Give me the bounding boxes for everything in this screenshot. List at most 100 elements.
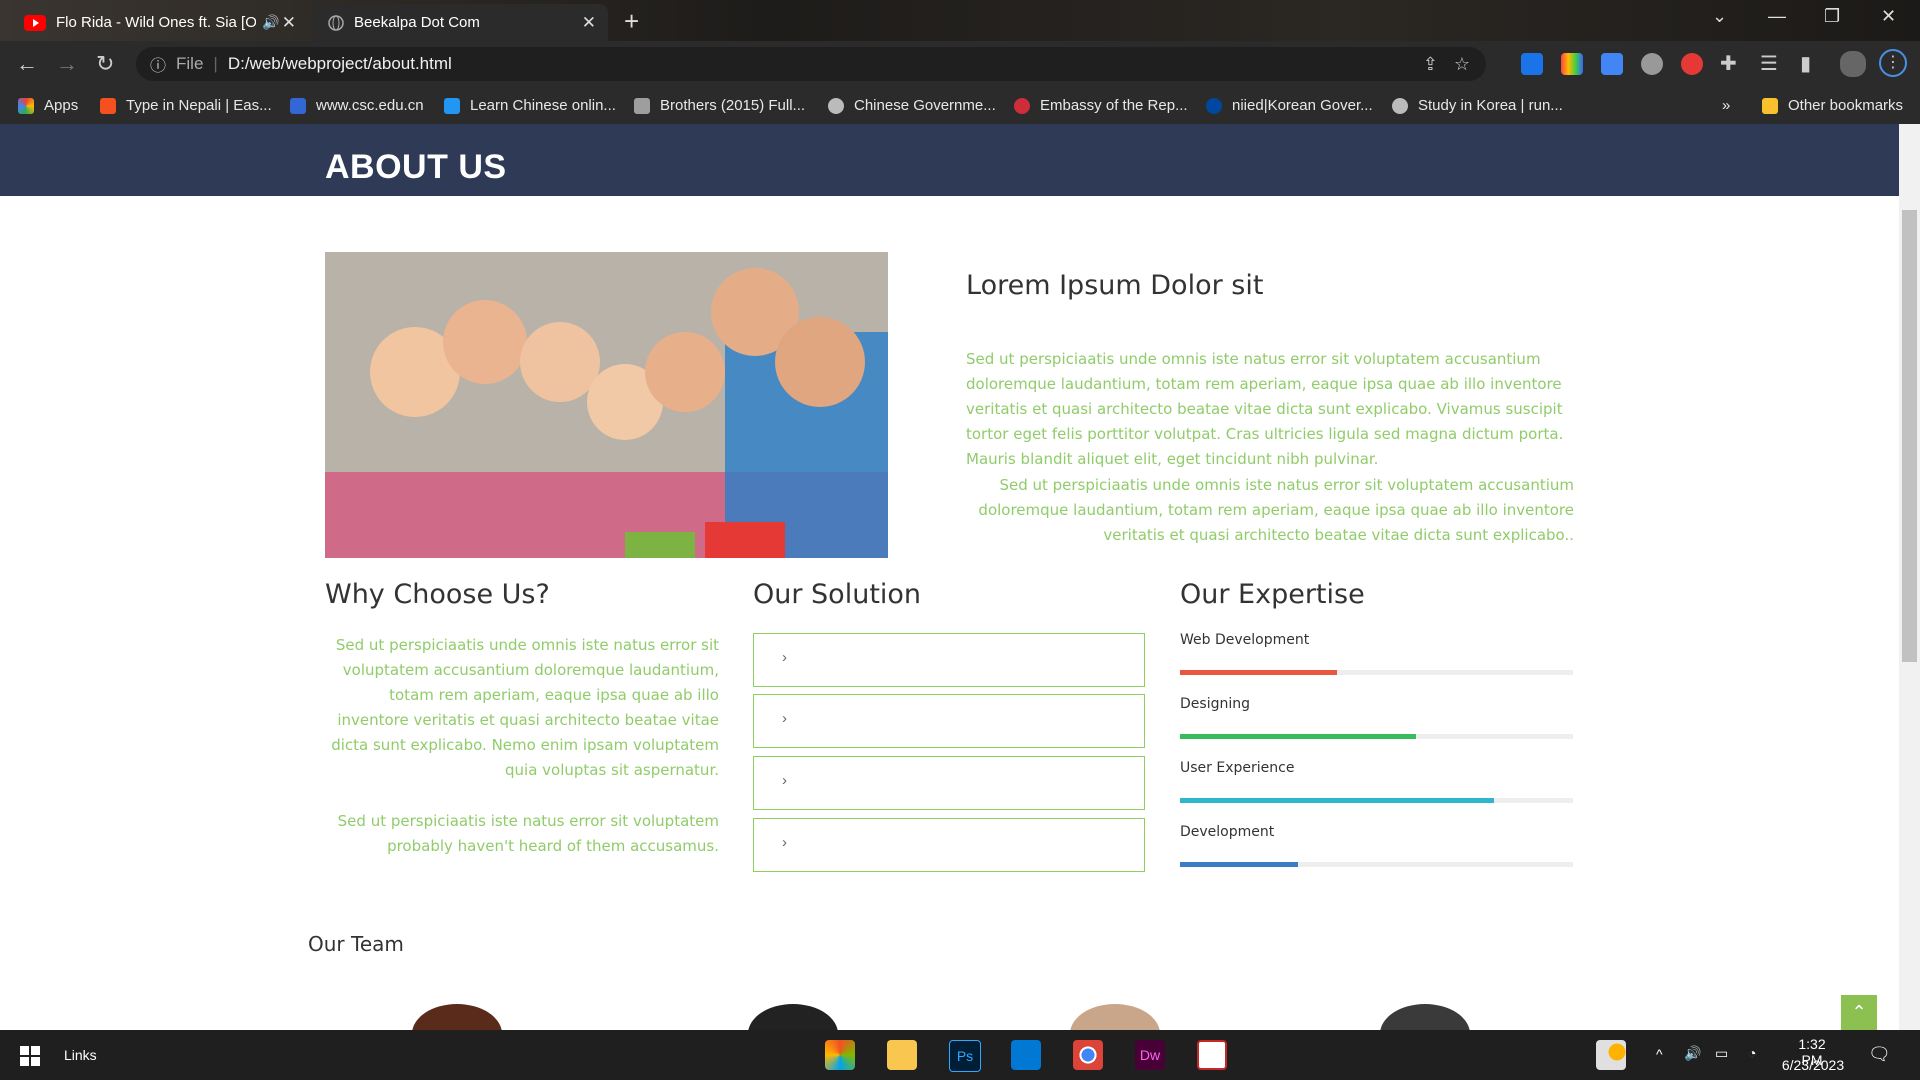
bookmark-icon: [100, 97, 116, 114]
windows-taskbar: Links Ps Dw ^ 🔊 ▭ ◔ 1:32 PM 6/23/2023 🗨: [0, 1030, 1920, 1080]
skill-label: Web Development: [1180, 632, 1310, 648]
puzzle-icon[interactable]: ✚: [1720, 51, 1737, 76]
address-bar[interactable]: ⓘ File | D:/web/webproject/about.html ⇪ …: [136, 47, 1486, 81]
translate-icon[interactable]: [1601, 53, 1623, 75]
notifications-icon[interactable]: 🗨: [1868, 1044, 1891, 1065]
extension-icon[interactable]: [1521, 53, 1543, 75]
scheme-label: File: [176, 54, 204, 73]
solution-accordion-item[interactable]: ›: [753, 756, 1145, 810]
solution-accordion-item[interactable]: ›: [753, 818, 1145, 872]
media-icon[interactable]: ☰: [1760, 51, 1778, 76]
solution-accordion-item[interactable]: ›: [753, 633, 1145, 687]
youtube-icon: [24, 14, 46, 31]
minimize-icon[interactable]: —: [1768, 6, 1786, 27]
menu-icon[interactable]: ⋮: [1879, 49, 1907, 77]
bookmark-item[interactable]: Learn Chinese onlin...: [444, 97, 616, 114]
folder-icon: [1762, 97, 1778, 114]
bookmark-icon: [290, 97, 306, 114]
intro-heading: Lorem Ipsum Dolor sit: [966, 270, 1264, 301]
mail-icon[interactable]: [1011, 1040, 1041, 1070]
intro-paragraph-1: Sed ut perspiciaatis unde omnis iste nat…: [966, 350, 1564, 468]
bookmark-label: Learn Chinese onlin...: [470, 97, 616, 114]
bookmark-apps[interactable]: Apps: [18, 97, 78, 114]
browser-toolbar: ← → ↻ ⓘ File | D:/web/webproject/about.h…: [0, 41, 1920, 88]
reload-icon[interactable]: ↻: [96, 51, 114, 77]
bookmark-icon: [444, 97, 460, 114]
restore-icon[interactable]: ❐: [1824, 6, 1840, 27]
dreamweaver-icon[interactable]: Dw: [1135, 1040, 1165, 1070]
tab-title: Flo Rida - Wild Ones ft. Sia [O: [56, 14, 256, 31]
bookmark-label: Embassy of the Rep...: [1040, 97, 1188, 114]
app-icon[interactable]: [1197, 1040, 1227, 1070]
bookmark-item[interactable]: Study in Korea | run...: [1392, 97, 1563, 114]
close-tab-icon[interactable]: ✕: [282, 13, 296, 33]
tab-beekalpa[interactable]: Beekalpa Dot Com ✕: [314, 4, 608, 41]
forward-icon[interactable]: →: [56, 51, 78, 77]
why-paragraph-1: Sed ut perspiciaatis unde omnis iste nat…: [331, 636, 719, 779]
url-text[interactable]: D:/web/webproject/about.html: [228, 54, 452, 74]
solution-accordion-item[interactable]: ›: [753, 694, 1145, 748]
skill-fill: [1180, 670, 1338, 675]
share-icon[interactable]: ⇪: [1423, 54, 1438, 75]
skill-bar: [1180, 862, 1573, 867]
back-to-top-button[interactable]: ⌃: [1841, 995, 1877, 1030]
color-picker-extension-icon[interactable]: [1561, 53, 1583, 75]
bookmark-icon: [634, 97, 650, 114]
skill-fill: [1180, 734, 1416, 739]
bookmark-item[interactable]: Type in Nepali | Eas...: [100, 97, 272, 114]
chevron-right-icon: ›: [782, 772, 787, 789]
tab-youtube[interactable]: Flo Rida - Wild Ones ft. Sia [O 🔊 ✕: [10, 4, 308, 41]
windows-start-icon[interactable]: [20, 1046, 40, 1066]
new-tab-icon[interactable]: +: [624, 6, 639, 37]
bookmark-label: Study in Korea | run...: [1418, 97, 1563, 114]
bookmark-item[interactable]: www.csc.edu.cn: [290, 97, 424, 114]
cloud-extension-icon[interactable]: [1641, 53, 1663, 75]
bookmark-label: Chinese Governme...: [854, 97, 996, 114]
skill-label: User Experience: [1180, 760, 1295, 776]
skill-fill: [1180, 798, 1495, 803]
wifi-icon[interactable]: ◔: [1748, 1045, 1756, 1061]
file-explorer-icon[interactable]: [887, 1040, 917, 1070]
skill-label: Designing: [1180, 696, 1250, 712]
bookmark-item[interactable]: niied|Korean Gover...: [1206, 97, 1373, 114]
skill-bar: [1180, 734, 1573, 739]
links-toolbar-label[interactable]: Links: [64, 1047, 97, 1063]
korea-flag-icon: [1014, 97, 1030, 114]
page-title: ABOUT US: [325, 148, 507, 186]
adblock-icon[interactable]: [1681, 53, 1703, 75]
bookmark-item[interactable]: Brothers (2015) Full...: [634, 97, 805, 114]
info-icon[interactable]: ⓘ: [150, 52, 166, 76]
avatar[interactable]: [1840, 51, 1866, 77]
sidepanel-icon[interactable]: ▮: [1800, 51, 1811, 76]
chevron-right-icon: ›: [782, 649, 787, 666]
bookmark-item[interactable]: Chinese Governme...: [828, 97, 996, 114]
bookmark-label: www.csc.edu.cn: [316, 97, 424, 114]
skill-fill: [1180, 862, 1298, 867]
tab-title: Beekalpa Dot Com: [354, 14, 480, 31]
close-window-icon[interactable]: ✕: [1881, 6, 1896, 27]
chevron-up-icon[interactable]: ^: [1656, 1046, 1663, 1062]
bookmarks-more[interactable]: »: [1722, 97, 1730, 114]
bookmark-label: Apps: [44, 97, 79, 114]
battery-icon[interactable]: ▭: [1715, 1045, 1728, 1062]
about-banner: ABOUT US: [0, 124, 1899, 196]
bookmark-label: Brothers (2015) Full...: [660, 97, 806, 114]
students-thumbs-up-image: [325, 252, 888, 558]
store-icon[interactable]: [825, 1040, 855, 1070]
other-bookmarks[interactable]: Other bookmarks: [1762, 97, 1903, 114]
team-member-photo: [1070, 1004, 1160, 1030]
skill-label: Development: [1180, 824, 1275, 840]
clock-date[interactable]: 6/23/2023: [1778, 1057, 1848, 1073]
bookmark-item[interactable]: Embassy of the Rep...: [1014, 97, 1188, 114]
photoshop-icon[interactable]: Ps: [949, 1040, 981, 1072]
back-icon[interactable]: ←: [16, 51, 38, 77]
star-icon[interactable]: ☆: [1454, 54, 1470, 75]
audio-icon[interactable]: 🔊: [262, 14, 279, 31]
weather-icon[interactable]: [1596, 1040, 1626, 1070]
close-tab-icon[interactable]: ✕: [582, 13, 596, 33]
separator: |: [213, 54, 218, 73]
chrome-icon[interactable]: [1073, 1040, 1103, 1070]
scrollbar-thumb[interactable]: [1902, 210, 1917, 662]
volume-icon[interactable]: 🔊: [1684, 1045, 1701, 1062]
tab-search-icon[interactable]: ⌄: [1712, 6, 1727, 27]
